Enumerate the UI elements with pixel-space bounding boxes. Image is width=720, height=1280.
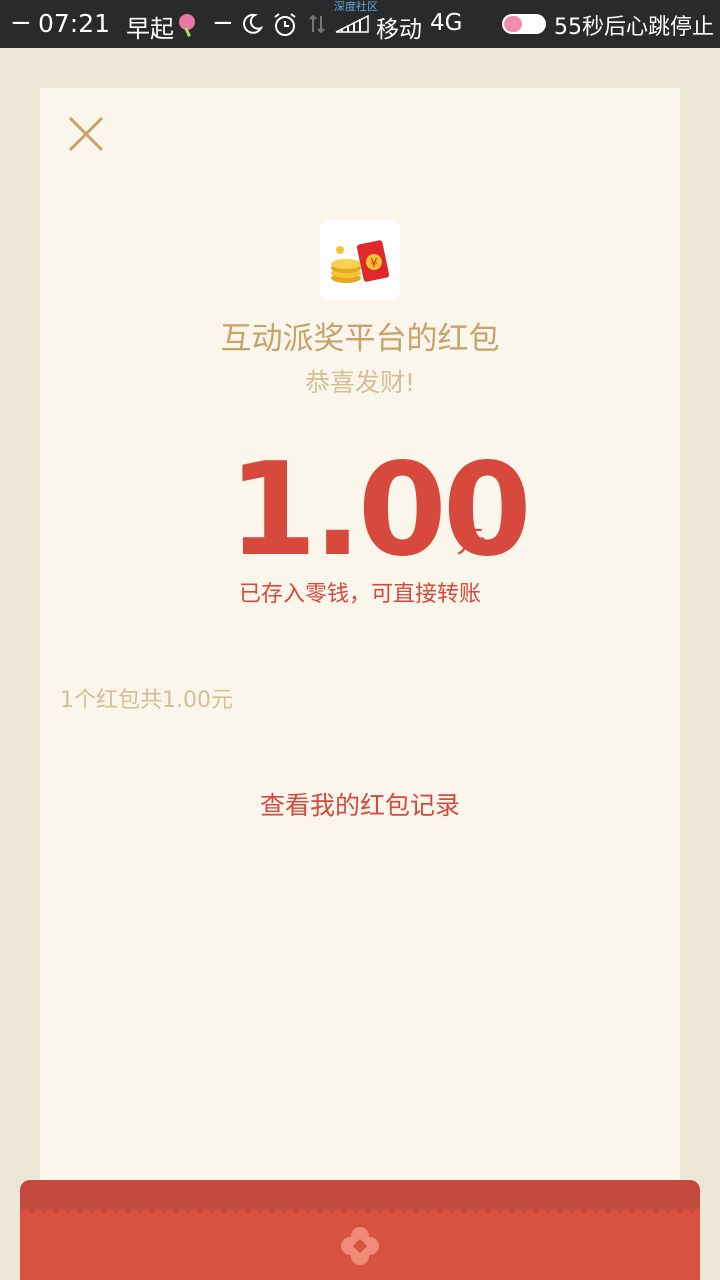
status-time: 07:21	[38, 9, 111, 38]
svg-text:¥: ¥	[370, 256, 378, 270]
envelope-summary: 1个红包共1.00元	[60, 688, 233, 713]
data-arrows-icon	[309, 14, 325, 34]
status-bar: − 07:21 早起 − 深度社区 移动 4G 55秒后心跳停止	[0, 0, 720, 48]
status-dash-2: −	[212, 8, 234, 38]
envelope-title: 互动派奖平台的红包	[220, 321, 500, 357]
amount-unit: 元	[456, 525, 486, 560]
amount-value: 1.00	[228, 436, 532, 585]
alarm-icon	[274, 13, 296, 36]
lollipop-emoji-icon	[179, 14, 195, 37]
status-early-text: 早起	[126, 15, 174, 43]
red-envelope-app-icon: ¥	[320, 220, 400, 300]
status-heart-text: 55秒后心跳停止	[554, 15, 714, 40]
envelope-emblem-icon	[341, 1227, 379, 1265]
status-carrier: 移动	[376, 17, 422, 43]
battery-icon	[502, 14, 546, 34]
status-watermark: 深度社区	[334, 0, 378, 13]
moon-icon	[243, 13, 264, 34]
stored-note: 已存入零钱，可直接转账	[238, 582, 481, 607]
envelope-greeting: 恭喜发财!	[304, 368, 416, 397]
close-icon[interactable]	[66, 116, 106, 152]
signal-icon	[335, 14, 369, 33]
view-records-link[interactable]: 查看我的红包记录	[0, 786, 720, 822]
status-network: 4G	[430, 10, 463, 36]
status-dash: −	[10, 8, 32, 38]
